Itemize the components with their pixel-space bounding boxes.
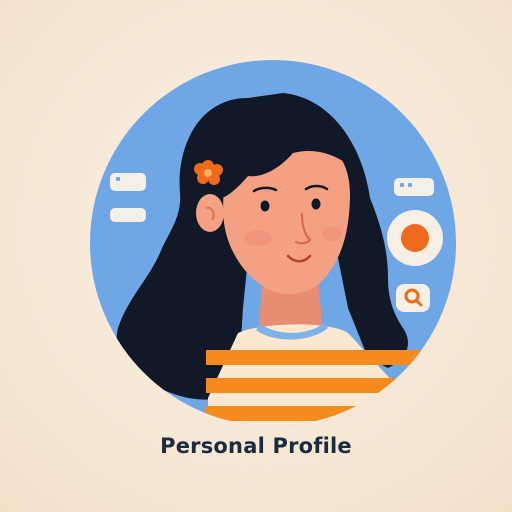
avatar-illustration: [90, 60, 456, 426]
browser-window-icon[interactable]: [394, 178, 434, 196]
page-title: Personal Profile: [160, 434, 352, 458]
text-field-icon[interactable]: [110, 208, 146, 222]
profile-page: Personal Profile: [0, 0, 512, 512]
search-icon[interactable]: [396, 284, 430, 312]
profile-avatar[interactable]: [88, 58, 458, 428]
browser-window-icon[interactable]: [110, 173, 146, 191]
ear: [196, 194, 224, 232]
right-cheek: [322, 227, 342, 241]
toggle-dot-icon[interactable]: [387, 210, 443, 266]
left-cheek: [244, 230, 272, 246]
right-eye: [311, 198, 321, 210]
left-eye: [260, 200, 270, 212]
